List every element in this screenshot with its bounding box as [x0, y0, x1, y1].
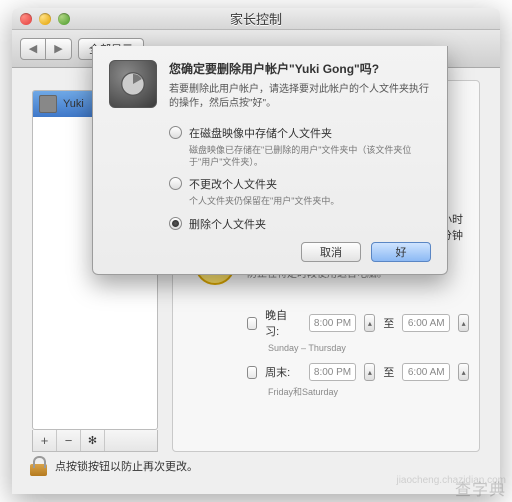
- weekend-label: 周末:: [265, 364, 300, 380]
- forward-button[interactable]: ▶: [46, 38, 72, 60]
- to-label: 至: [383, 364, 394, 380]
- remove-user-button[interactable]: −: [57, 430, 81, 451]
- actions-gear-button[interactable]: ✻: [81, 430, 105, 451]
- weekend-checkbox[interactable]: [247, 366, 257, 379]
- cancel-button[interactable]: 取消: [301, 242, 361, 262]
- schedule-block: 晚自习: 8:00 PM ▴ 至 6:00 AM ▴ Sunday – Thur…: [247, 307, 469, 408]
- ok-button[interactable]: 好: [371, 242, 431, 262]
- stepper-icon[interactable]: ▴: [458, 314, 469, 332]
- schedule-row-weekend: 周末: 8:00 PM ▴ 至 6:00 AM ▴: [247, 363, 469, 381]
- option-desc: 个人文件夹仍保留在"用户"文件夹中。: [189, 196, 431, 208]
- weekend-sublabel: Friday和Saturday: [268, 385, 469, 398]
- delete-user-dialog: 您确定要删除用户帐户"Yuki Gong"吗? 若要删除此用户帐户，请选择要对此…: [92, 46, 448, 275]
- gear-icon: ✻: [88, 434, 97, 447]
- sidebar-footer: + − ✻: [32, 430, 158, 452]
- dialog-desc: 若要删除此用户帐户，请选择要对此帐户的个人文件夹执行的操作，然后点按"好"。: [169, 83, 431, 111]
- option-save-disk-image[interactable]: 在磁盘映像中存储个人文件夹: [169, 125, 431, 141]
- weekend-to-time[interactable]: 6:00 AM: [402, 363, 450, 381]
- weeknight-to-time[interactable]: 6:00 AM: [402, 314, 450, 332]
- weeknight-sublabel: Sunday – Thursday: [268, 343, 469, 353]
- window-title: 家长控制: [12, 9, 500, 28]
- lock-text: 点按锁按钮以防止再次更改。: [55, 458, 198, 474]
- dialog-heading: 您确定要删除用户帐户"Yuki Gong"吗?: [169, 60, 431, 77]
- radio-icon[interactable]: [169, 177, 182, 190]
- sidebar-user-label: Yuki: [63, 98, 84, 110]
- to-label: 至: [383, 315, 394, 331]
- add-user-button[interactable]: +: [33, 430, 57, 451]
- option-label: 不更改个人文件夹: [189, 176, 277, 192]
- dialog-app-icon: [109, 60, 157, 108]
- radio-icon[interactable]: [169, 217, 182, 230]
- titlebar: 家长控制: [12, 8, 500, 30]
- dialog-options: 在磁盘映像中存储个人文件夹 磁盘映像已存储在"已删除的用户"文件夹中（该文件夹位…: [169, 125, 431, 232]
- back-button[interactable]: ◀: [20, 38, 46, 60]
- option-label: 删除个人文件夹: [189, 216, 266, 232]
- lock-icon[interactable]: [30, 456, 47, 476]
- weeknight-checkbox[interactable]: [247, 317, 257, 330]
- weeknight-label: 晚自习:: [265, 307, 300, 339]
- lock-row: 点按锁按钮以防止再次更改。: [30, 456, 198, 476]
- ok-label: 好: [396, 244, 407, 260]
- stepper-icon[interactable]: ▴: [364, 314, 375, 332]
- weeknight-from-time[interactable]: 8:00 PM: [309, 314, 357, 332]
- option-delete-folder[interactable]: 删除个人文件夹: [169, 216, 431, 232]
- weekend-from-time[interactable]: 8:00 PM: [309, 363, 357, 381]
- watermark-text: 查字典: [455, 476, 506, 500]
- schedule-row-weeknight: 晚自习: 8:00 PM ▴ 至 6:00 AM ▴: [247, 307, 469, 339]
- stepper-icon[interactable]: ▴: [364, 363, 375, 381]
- option-label: 在磁盘映像中存储个人文件夹: [189, 125, 332, 141]
- radio-icon[interactable]: [169, 126, 182, 139]
- cancel-label: 取消: [320, 244, 342, 260]
- prefs-window: 家长控制 ◀ ▶ 全部显示 Yuki + − ✻ 电脑使用的时间限制在:: [12, 8, 500, 494]
- stepper-icon[interactable]: ▴: [458, 363, 469, 381]
- option-keep-folder[interactable]: 不更改个人文件夹: [169, 176, 431, 192]
- avatar: [39, 95, 57, 113]
- option-desc: 磁盘映像已存储在"已删除的用户"文件夹中（该文件夹位于"用户"文件夹）。: [189, 145, 431, 168]
